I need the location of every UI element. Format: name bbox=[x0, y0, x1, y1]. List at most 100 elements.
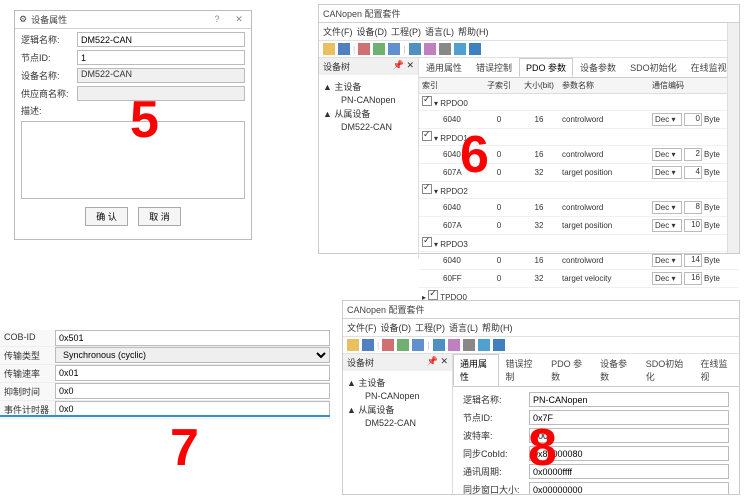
enc-select[interactable]: Dec ▾ bbox=[652, 272, 682, 285]
offset-input[interactable]: 8 bbox=[684, 201, 702, 214]
checkbox-icon[interactable] bbox=[422, 96, 432, 106]
name-input[interactable] bbox=[77, 32, 245, 47]
node-input[interactable] bbox=[77, 50, 245, 65]
enc-select[interactable]: Dec ▾ bbox=[652, 219, 682, 232]
cfg-icon-8[interactable] bbox=[478, 339, 490, 351]
field-label: 同步CobId: bbox=[463, 447, 525, 460]
tab-devparam-8[interactable]: 设备参数 bbox=[593, 354, 639, 386]
tool-icon[interactable] bbox=[373, 43, 385, 55]
offset-input[interactable]: 4 bbox=[684, 166, 702, 179]
cell-name: target position bbox=[559, 219, 649, 232]
checkbox-icon[interactable] bbox=[428, 290, 438, 300]
dlg-title: 设备属性 bbox=[31, 13, 67, 26]
cancel-button[interactable]: 取 消 bbox=[138, 207, 181, 226]
name-label: 逻辑名称: bbox=[21, 33, 73, 46]
offset-input[interactable]: 14 bbox=[684, 254, 702, 267]
tab-devparam[interactable]: 设备参数 bbox=[573, 58, 623, 77]
enc-select[interactable]: Dec ▾ bbox=[652, 166, 682, 179]
tree-root-8[interactable]: ▲ 主设备 bbox=[347, 375, 448, 390]
pin-icon-8[interactable]: 📌 ✕ bbox=[427, 356, 448, 369]
row-label: 传输速率 bbox=[0, 365, 55, 382]
offset-input[interactable]: 10 bbox=[684, 219, 702, 232]
menu-file-8[interactable]: 文件(F) bbox=[347, 321, 377, 334]
传输类型-select[interactable]: Synchronous (cyclic) bbox=[55, 347, 330, 363]
export-icon[interactable] bbox=[424, 43, 436, 55]
tab-error[interactable]: 错误控制 bbox=[469, 58, 519, 77]
field-input[interactable] bbox=[529, 464, 729, 479]
cut-icon-8[interactable] bbox=[382, 339, 394, 351]
list-icon-8[interactable] bbox=[463, 339, 475, 351]
enc-select[interactable]: Dec ▾ bbox=[652, 201, 682, 214]
refresh-icon-8[interactable] bbox=[433, 339, 445, 351]
help-icon[interactable]: ? bbox=[209, 14, 225, 25]
cut-icon[interactable] bbox=[358, 43, 370, 55]
menu-lang-8[interactable]: 语言(L) bbox=[449, 321, 478, 334]
field-input[interactable] bbox=[529, 446, 729, 461]
save-icon[interactable] bbox=[338, 43, 350, 55]
tree-slaves[interactable]: ▲ 从属设备 bbox=[323, 106, 414, 121]
抑制时间-input[interactable] bbox=[55, 383, 330, 399]
ok-button[interactable]: 确 认 bbox=[85, 207, 128, 226]
tree-slave-dm522[interactable]: DM522-CAN bbox=[323, 121, 414, 133]
tree-root[interactable]: ▲ 主设备 bbox=[323, 79, 414, 94]
offset-input[interactable]: 2 bbox=[684, 148, 702, 161]
menu-help-8[interactable]: 帮助(H) bbox=[482, 321, 513, 334]
pdo-group[interactable]: ▾ RPDO1 bbox=[419, 129, 479, 145]
info-icon[interactable] bbox=[469, 43, 481, 55]
tab-sdo-8[interactable]: SDO初始化 bbox=[639, 354, 694, 386]
COB-ID-input[interactable] bbox=[55, 330, 330, 346]
offset-input[interactable]: 0 bbox=[684, 113, 702, 126]
tree-slave-8[interactable]: DM522-CAN bbox=[347, 417, 448, 429]
field-input[interactable] bbox=[529, 482, 729, 494]
tree-master-8[interactable]: PN-CANopen bbox=[347, 390, 448, 402]
checkbox-icon[interactable] bbox=[422, 237, 432, 247]
scrollbar[interactable] bbox=[727, 23, 739, 253]
info-icon-8[interactable] bbox=[493, 339, 505, 351]
tab-general[interactable]: 通用属性 bbox=[419, 58, 469, 77]
cell-sub: 0 bbox=[479, 254, 519, 267]
open-icon-8[interactable] bbox=[347, 339, 359, 351]
unit-label: Byte bbox=[704, 256, 720, 265]
pin-icon[interactable]: 📌 ✕ bbox=[393, 60, 414, 73]
export-icon-8[interactable] bbox=[448, 339, 460, 351]
field-input[interactable] bbox=[529, 392, 729, 407]
menu-project[interactable]: 工程(P) bbox=[391, 25, 421, 38]
menu-help[interactable]: 帮助(H) bbox=[458, 25, 489, 38]
close-icon[interactable]: ✕ bbox=[231, 14, 247, 25]
cell-index: 607A bbox=[419, 219, 479, 232]
checkbox-icon[interactable] bbox=[422, 131, 432, 141]
tree-slaves-8[interactable]: ▲ 从属设备 bbox=[347, 402, 448, 417]
pdo-group[interactable]: ▾ RPDO2 bbox=[419, 182, 479, 198]
enc-select[interactable]: Dec ▾ bbox=[652, 254, 682, 267]
field-input[interactable] bbox=[529, 410, 729, 425]
tree-master[interactable]: PN-CANopen bbox=[323, 94, 414, 106]
list-icon[interactable] bbox=[439, 43, 451, 55]
menu-project-8[interactable]: 工程(P) bbox=[415, 321, 445, 334]
cfg-icon[interactable] bbox=[454, 43, 466, 55]
menu-file[interactable]: 文件(F) bbox=[323, 25, 353, 38]
tool-icon-8[interactable] bbox=[397, 339, 409, 351]
desc-textarea[interactable] bbox=[21, 121, 245, 199]
pdo-group[interactable]: ▾ RPDO0 bbox=[419, 94, 479, 110]
tab-sdo[interactable]: SDO初始化 bbox=[623, 58, 684, 77]
tab-online-8[interactable]: 在线监视 bbox=[693, 354, 739, 386]
enc-select[interactable]: Dec ▾ bbox=[652, 148, 682, 161]
menu-device[interactable]: 设备(D) bbox=[357, 25, 388, 38]
field-input[interactable] bbox=[529, 428, 729, 443]
enc-select[interactable]: Dec ▾ bbox=[652, 113, 682, 126]
menu-lang[interactable]: 语言(L) bbox=[425, 25, 454, 38]
tool2-icon-8[interactable] bbox=[412, 339, 424, 351]
tab-error-8[interactable]: 错误控制 bbox=[499, 354, 545, 386]
checkbox-icon[interactable] bbox=[422, 184, 432, 194]
tab-pdo-8[interactable]: PDO 参数 bbox=[544, 354, 593, 386]
menu-device-8[interactable]: 设备(D) bbox=[381, 321, 412, 334]
refresh-icon[interactable] bbox=[409, 43, 421, 55]
tab-pdo[interactable]: PDO 参数 bbox=[519, 58, 573, 77]
offset-input[interactable]: 16 bbox=[684, 272, 702, 285]
传输速率-input[interactable] bbox=[55, 365, 330, 381]
pdo-group[interactable]: ▾ RPDO3 bbox=[419, 235, 479, 251]
save-icon-8[interactable] bbox=[362, 339, 374, 351]
tool2-icon[interactable] bbox=[388, 43, 400, 55]
open-icon[interactable] bbox=[323, 43, 335, 55]
tab-general-8[interactable]: 通用属性 bbox=[453, 354, 499, 386]
